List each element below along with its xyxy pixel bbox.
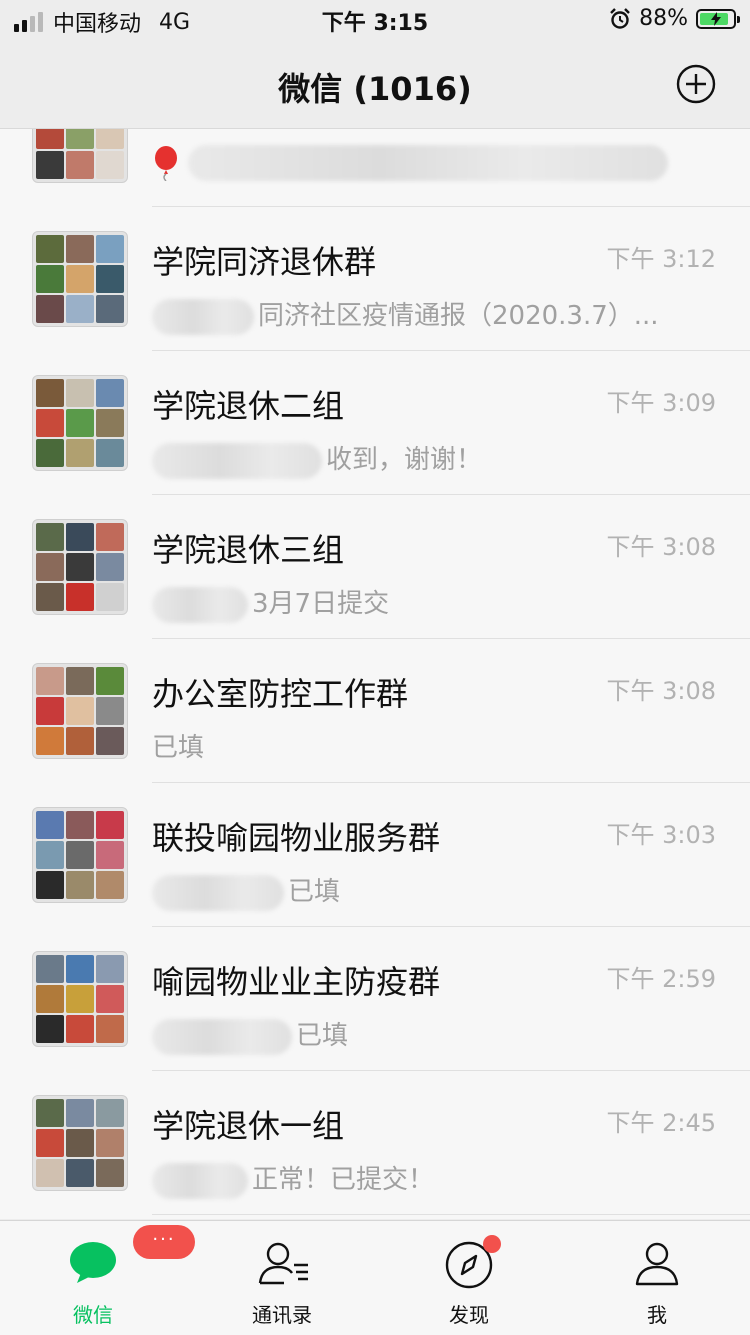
chat-list[interactable]: 学院同济退休群 下午 3:12 同济社区疫情通报（2020.3.7）... 学院… [0, 129, 750, 1219]
tab-chats[interactable]: ··· 微信 [23, 1221, 195, 1335]
nav-header: 微信 (1016) [0, 40, 750, 129]
unread-badge: ··· [133, 1225, 195, 1259]
blurred-sender [152, 874, 284, 911]
blurred-sender [152, 586, 248, 623]
balloon-icon [155, 146, 177, 182]
chat-name: 学院退休二组 [152, 387, 345, 425]
chat-row[interactable]: 学院退休二组 下午 3:09 收到，谢谢！ [0, 351, 750, 495]
chat-row[interactable]: 联投喻园物业服务群 下午 3:03 已填 [0, 783, 750, 927]
chat-name: 喻园物业业主防疫群 [152, 963, 441, 1001]
person-icon [635, 1242, 679, 1286]
contacts-icon [258, 1242, 308, 1285]
blurred-sender [152, 1018, 292, 1055]
chat-time: 下午 3:08 [606, 677, 716, 705]
chat-time: 下午 3:03 [606, 821, 716, 849]
chat-preview: 已填 [152, 733, 205, 763]
blurred-sender [152, 1162, 248, 1199]
chat-time: 下午 2:59 [606, 965, 716, 993]
page-title: 微信 (1016) [278, 70, 472, 108]
chat-time: 下午 3:08 [606, 533, 716, 561]
chat-row[interactable]: 学院退休三组 下午 3:08 3月7日提交 [0, 495, 750, 639]
group-avatar [32, 951, 128, 1047]
tab-me[interactable]: 我 [587, 1221, 727, 1335]
bottom-tab-bar: ··· 微信 通讯录 发现 我 [0, 1220, 750, 1335]
group-avatar [32, 519, 128, 615]
preview-text: 同济社区疫情通报（2020.3.7）... [258, 301, 659, 331]
tab-label: 发现 [449, 1303, 489, 1327]
preview-text: 已填 [296, 1021, 349, 1051]
chat-bubble-icon [70, 1242, 116, 1283]
chat-preview [152, 145, 672, 182]
battery-icon [696, 8, 740, 29]
chat-preview: 已填 [152, 871, 340, 911]
group-avatar [32, 663, 128, 759]
tab-label: 我 [647, 1303, 667, 1327]
chat-time: 下午 3:12 [606, 245, 716, 273]
row-divider [152, 1214, 750, 1215]
chat-preview: 正常！已提交！ [152, 1159, 434, 1199]
battery-percent: 88% [639, 6, 688, 31]
chat-preview: 同济社区疫情通报（2020.3.7）... [152, 295, 659, 335]
group-avatar [32, 1095, 128, 1191]
chat-row[interactable]: 学院同济退休群 下午 3:12 同济社区疫情通报（2020.3.7）... [0, 207, 750, 351]
chat-name: 学院同济退休群 [152, 243, 377, 281]
preview-text: 正常！已提交！ [252, 1165, 435, 1195]
chat-preview: 3月7日提交 [152, 583, 389, 623]
group-avatar [32, 231, 128, 327]
tab-discover[interactable]: 发现 [399, 1221, 539, 1335]
group-avatar [32, 375, 128, 471]
group-avatar [32, 129, 128, 183]
chat-name: 办公室防控工作群 [152, 675, 409, 713]
status-right: 88% [609, 6, 740, 31]
preview-text: 已填 [288, 877, 341, 907]
group-avatar [32, 807, 128, 903]
alarm-icon [610, 7, 630, 29]
discover-dot-badge [483, 1235, 501, 1253]
tab-contacts[interactable]: 通讯录 [212, 1221, 352, 1335]
blurred-sender [152, 298, 254, 335]
tab-label: 通讯录 [252, 1303, 312, 1327]
chat-preview: 收到，谢谢！ [152, 439, 482, 479]
chat-time: 下午 3:09 [606, 389, 716, 417]
preview-text: 3月7日提交 [252, 589, 390, 619]
preview-text: 收到，谢谢！ [326, 445, 483, 475]
tab-label: 微信 [73, 1303, 113, 1327]
add-plus-button[interactable] [676, 64, 716, 104]
chat-name: 学院退休三组 [152, 531, 345, 569]
blurred-content [188, 145, 669, 181]
status-bar: 中国移动 4G 下午 3:15 88% [0, 0, 750, 40]
chat-preview: 已填 [152, 1015, 348, 1055]
chat-time: 下午 2:45 [606, 1109, 716, 1137]
charging-bolt-icon [711, 11, 721, 26]
chat-row[interactable]: 办公室防控工作群 下午 3:08 已填 [0, 639, 750, 783]
chat-row[interactable]: 喻园物业业主防疫群 下午 2:59 已填 [0, 927, 750, 1071]
chat-row[interactable]: 学院退休一组 下午 2:45 正常！已提交！ [0, 1071, 750, 1215]
blurred-sender [152, 442, 322, 479]
chat-row[interactable] [0, 129, 750, 207]
chat-name: 联投喻园物业服务群 [152, 819, 441, 857]
chat-name: 学院退休一组 [152, 1107, 345, 1145]
